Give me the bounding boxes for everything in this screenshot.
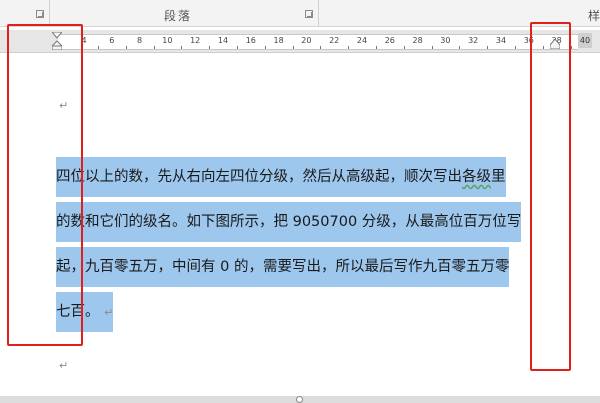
selected-text-line-3[interactable]: 起，九百零五万，中间有 0 的，需要写出，所以最后写作九百零五万零 [56, 247, 510, 287]
ruler-tick [431, 46, 433, 49]
ruler-tick-label: 34 [495, 36, 507, 45]
ruler-tick [403, 46, 405, 49]
ruler-tick-label: 30 [440, 36, 451, 45]
ruler-tick-label: 8 [137, 36, 143, 45]
ruler-tick [514, 46, 516, 49]
ruler-tick [320, 46, 322, 49]
ruler-tick [209, 46, 211, 49]
ruler-tick-label: 22 [329, 36, 340, 45]
ruler-tick-label: 16 [245, 36, 256, 45]
paragraph-mark: ↵ [104, 306, 114, 319]
ruler-tick-label: 12 [190, 36, 201, 45]
ruler-tick [375, 46, 377, 49]
text-line: 七百。 ↵ [56, 290, 552, 335]
ruler-tick-label: 10 [162, 36, 173, 45]
ruler-end-label: 40 [578, 33, 592, 48]
line-1-text-rest: 里 [491, 169, 506, 185]
paragraph-group-label: 段落 [164, 9, 193, 23]
spelling-squiggle-word[interactable]: 各级 [462, 169, 491, 185]
ruler-tick-label: 28 [412, 36, 423, 45]
ruler-tick-label: 32 [468, 36, 479, 45]
ribbon: 段落 样 [0, 0, 600, 27]
ruler-tick [181, 46, 183, 49]
text-line: 四位以上的数，先从右向左四位分级，然后从高级起，顺次写出各级里 [56, 155, 552, 200]
ruler-tick-label: 26 [384, 36, 395, 45]
ruler-tick [487, 46, 489, 49]
ruler-tick-label: 24 [356, 36, 368, 45]
ruler-tick [264, 46, 266, 49]
ribbon-separator [318, 0, 319, 26]
ruler-tick-label: 14 [217, 36, 229, 45]
right-annotation-box [530, 22, 571, 371]
document-body[interactable]: 四位以上的数，先从右向左四位分级，然后从高级起，顺次写出各级里 的数和它们的级名… [56, 155, 552, 335]
ruler-tick [292, 46, 294, 49]
text-line: 的数和它们的级名。如下图所示，把 9050700 分级，从最高位百万位写 [56, 200, 552, 245]
ruler-tick [459, 46, 461, 49]
paragraph-mark: ↵ [59, 359, 69, 372]
ruler-tick-label: 18 [273, 36, 284, 45]
font-dialog-launcher-icon[interactable] [36, 10, 44, 18]
ribbon-separator [49, 0, 50, 26]
left-annotation-box [7, 24, 83, 346]
selected-text-line-2[interactable]: 的数和它们的级名。如下图所示，把 9050700 分级，从最高位百万位写 [56, 202, 522, 242]
horizontal-scrollbar[interactable] [0, 396, 600, 403]
ruler-tick [153, 46, 155, 49]
ruler-tick [97, 46, 99, 49]
ruler-tick-label: 6 [109, 36, 115, 45]
horizontal-ruler[interactable]: 468101214161820222426283032343638 40 [0, 30, 600, 53]
ruler-tick-label: 20 [301, 36, 312, 45]
ruler-tick [236, 46, 238, 49]
line-1-text: 四位以上的数，先从右向左四位分级，然后从高级起，顺次写出 [56, 169, 462, 185]
text-line: 起，九百零五万，中间有 0 的，需要写出，所以最后写作九百零五万零 [56, 245, 552, 290]
paragraph-dialog-launcher-icon[interactable] [305, 10, 313, 18]
scrollbar-thumb[interactable] [296, 396, 303, 403]
styles-group-label: 样 [588, 9, 600, 23]
selected-text-line-1[interactable]: 四位以上的数，先从右向左四位分级，然后从高级起，顺次写出各级里 [56, 157, 506, 197]
ruler-tick [348, 46, 350, 49]
ruler-tick [125, 46, 127, 49]
